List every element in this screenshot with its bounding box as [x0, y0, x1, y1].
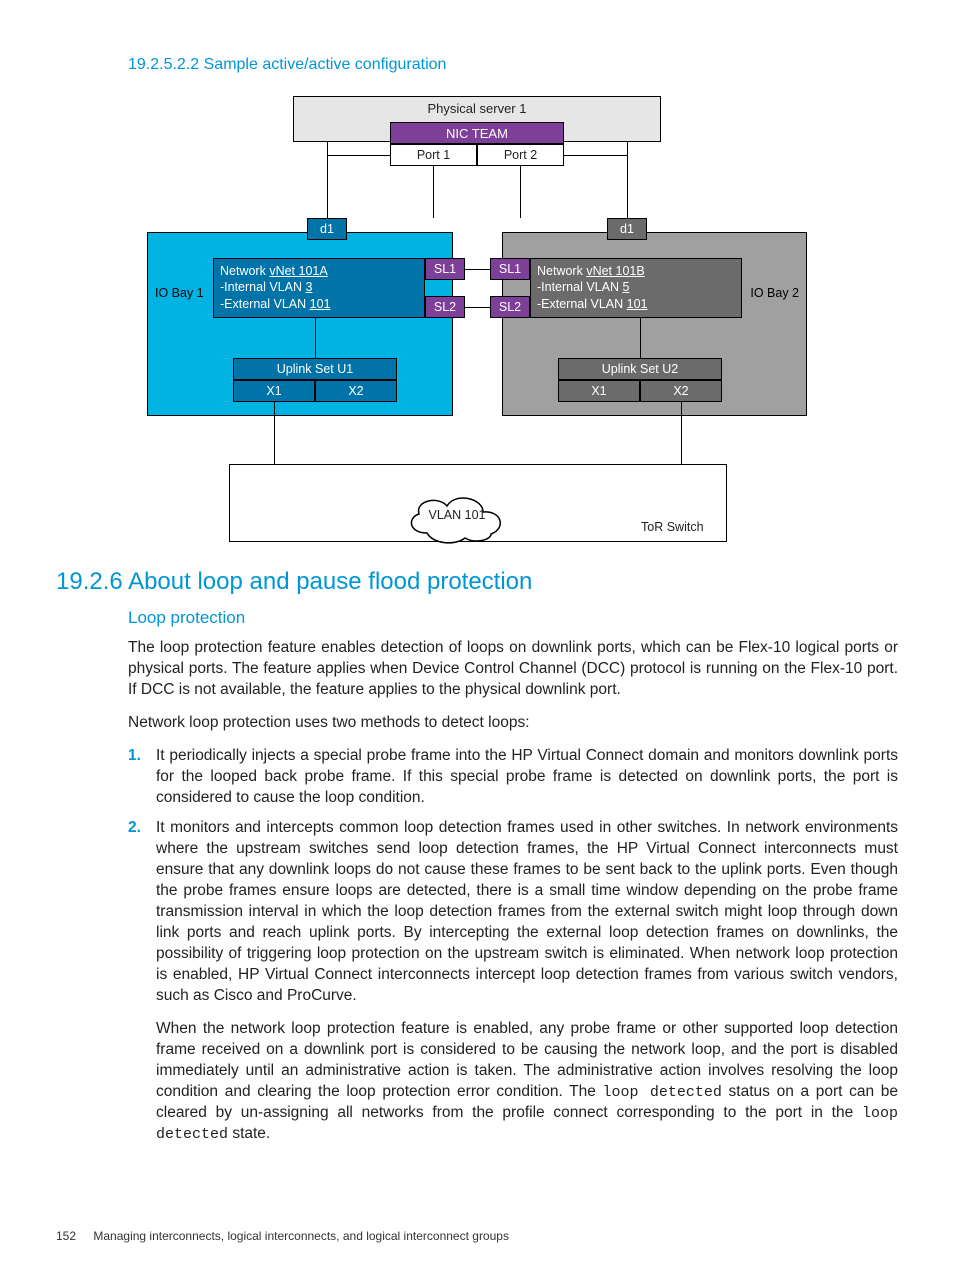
network-a-title-row: Network vNet 101A [220, 263, 418, 279]
vlan-cloud: VLAN 101 [397, 494, 517, 542]
network-a-title: Network [220, 264, 269, 278]
loop-methods-list: It periodically injects a special probe … [128, 746, 898, 1146]
line-port2-v2 [520, 166, 521, 218]
network-b-external-u: 101 [627, 297, 648, 311]
network-b-internal-u: 5 [622, 280, 629, 294]
footer-chapter: Managing interconnects, logical intercon… [93, 1229, 509, 1243]
line-port1-v2 [433, 166, 434, 218]
list-item-1-text: It periodically injects a special probe … [156, 747, 898, 806]
network-a-external-row: -External VLAN 101 [220, 296, 418, 312]
list-item-2a-text: It monitors and intercepts common loop d… [156, 819, 898, 1003]
uplink-u1-box: Uplink Set U1 [233, 358, 397, 380]
page-footer: 152 Managing interconnects, logical inte… [56, 1229, 509, 1243]
x2-a-box: X2 [315, 380, 397, 402]
section-heading-19-2-6: 19.2.6 About loop and pause flood protec… [56, 568, 898, 596]
paragraph-2: Network loop protection uses two methods… [128, 713, 898, 734]
list-item-2b-para: When the network loop protection feature… [156, 1019, 898, 1146]
section-heading-19-2-5-2-2: 19.2.5.2.2 Sample active/active configur… [128, 56, 898, 74]
line-sl2 [465, 307, 490, 308]
network-b-external: -External VLAN [537, 297, 627, 311]
vlan-cloud-label: VLAN 101 [397, 508, 517, 522]
network-b-internal-row: -Internal VLAN 5 [537, 279, 735, 295]
x2-b-box: X2 [640, 380, 722, 402]
network-b-name: vNet 101B [586, 264, 644, 278]
physical-server-label: Physical server 1 [294, 97, 660, 116]
network-b-box: Network vNet 101B -Internal VLAN 5 -Exte… [530, 258, 742, 318]
network-b-internal: -Internal VLAN [537, 280, 622, 294]
line-x1a-tor [274, 402, 275, 464]
line-x2b-tor [681, 402, 682, 464]
list-item-2b-post: state. [228, 1125, 270, 1142]
line-port2-h [564, 155, 627, 156]
code-loop-detected-1: loop detected [603, 1084, 722, 1101]
sl1-b-box: SL1 [490, 258, 530, 280]
network-a-box: Network vNet 101A -Internal VLAN 3 -Exte… [213, 258, 425, 318]
port1-box: Port 1 [390, 144, 477, 166]
d1-right-box: d1 [607, 218, 647, 240]
network-b-title-row: Network vNet 101B [537, 263, 735, 279]
network-a-name: vNet 101A [269, 264, 327, 278]
list-item-1: It periodically injects a special probe … [128, 746, 898, 809]
page-number: 152 [56, 1229, 76, 1243]
io-bay2-label: IO Bay 2 [750, 286, 799, 300]
network-a-external-u: 101 [310, 297, 331, 311]
network-a-internal-row: -Internal VLAN 3 [220, 279, 418, 295]
active-active-diagram: Physical server 1 NIC TEAM Port 1 Port 2… [147, 96, 807, 540]
line-port1-h [327, 155, 390, 156]
tor-switch-label: ToR Switch [641, 520, 704, 534]
d1-left-box: d1 [307, 218, 347, 240]
sl1-a-box: SL1 [425, 258, 465, 280]
network-a-internal-u: 3 [305, 280, 312, 294]
io-bay1-label: IO Bay 1 [155, 286, 204, 300]
line-netB-uplink [640, 318, 641, 358]
network-a-internal: -Internal VLAN [220, 280, 305, 294]
x1-a-box: X1 [233, 380, 315, 402]
sl2-b-box: SL2 [490, 296, 530, 318]
sl2-a-box: SL2 [425, 296, 465, 318]
x1-b-box: X1 [558, 380, 640, 402]
paragraph-1: The loop protection feature enables dete… [128, 638, 898, 701]
network-b-external-row: -External VLAN 101 [537, 296, 735, 312]
line-sl1 [465, 269, 490, 270]
network-b-title: Network [537, 264, 586, 278]
line-netA-uplink [315, 318, 316, 358]
subheading-loop-protection: Loop protection [128, 608, 898, 628]
list-item-2: It monitors and intercepts common loop d… [128, 818, 898, 1145]
network-a-external: -External VLAN [220, 297, 310, 311]
line-port2-d1 [627, 141, 628, 218]
port2-box: Port 2 [477, 144, 564, 166]
uplink-u2-box: Uplink Set U2 [558, 358, 722, 380]
line-port1-d1 [327, 141, 328, 218]
nic-team-box: NIC TEAM [390, 122, 564, 144]
